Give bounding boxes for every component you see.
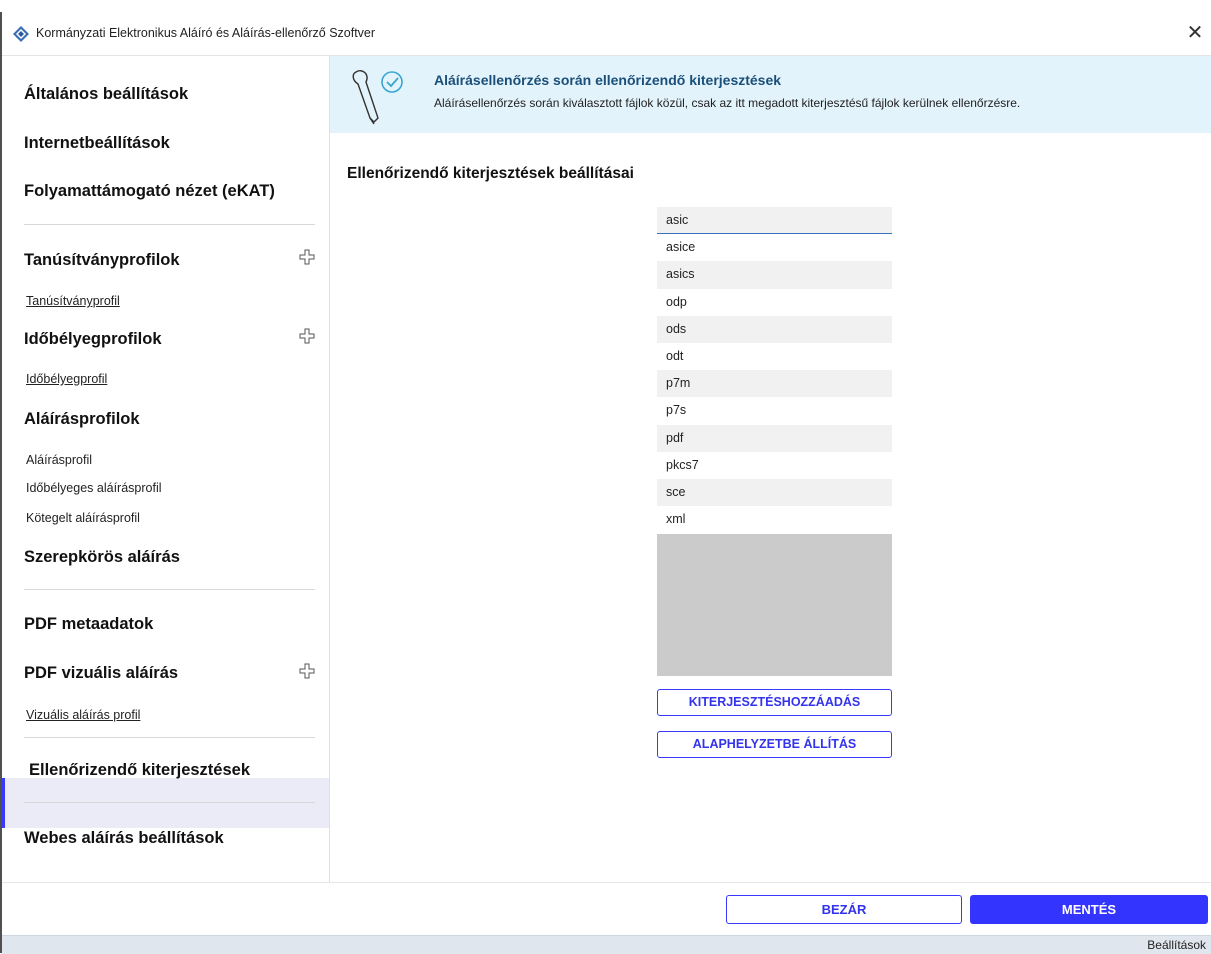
list-item[interactable]: sce: [657, 478, 892, 507]
app-logo-icon: [13, 26, 29, 42]
status-bar: Beállítások: [2, 935, 1211, 954]
settings-window: Kormányzati Elektronikus Aláíró és Aláír…: [0, 12, 1211, 954]
close-icon[interactable]: ✕: [1183, 20, 1207, 46]
status-text: Beállítások: [1147, 938, 1206, 952]
banner-title: Aláírásellenőrzés során ellenőrizendő ki…: [434, 72, 782, 88]
main-panel: Aláírásellenőrzés során ellenőrizendő ki…: [330, 56, 1211, 882]
add-cert-profile-icon[interactable]: [299, 249, 315, 265]
sidebar-subitem-ts-profile[interactable]: Időbélyegprofil: [26, 372, 107, 386]
sidebar-divider: [24, 589, 315, 590]
close-button[interactable]: BEZÁR: [726, 895, 962, 924]
sidebar-selected-highlight: [2, 778, 329, 828]
list-item[interactable]: odp: [657, 289, 892, 316]
list-item[interactable]: asic: [657, 207, 892, 235]
footer-bar: BEZÁR MENTÉS: [2, 882, 1211, 936]
info-banner: Aláírásellenőrzés során ellenőrizendő ki…: [330, 56, 1211, 133]
add-extension-button[interactable]: KITERJESZTÉSHOZZÁADÁS: [657, 689, 892, 716]
banner-description: Aláírásellenőrzés során kiválasztott fáj…: [434, 96, 1021, 110]
extension-list[interactable]: asic asice asics odp ods odt p7m p7s pdf…: [657, 207, 892, 533]
sidebar-item-extensions[interactable]: Ellenőrizendő kiterjesztések: [29, 761, 250, 780]
sidebar-divider: [24, 737, 315, 738]
reset-defaults-button[interactable]: ALAPHELYZETBE ÁLLÍTÁS: [657, 731, 892, 758]
sidebar-item-pdf-visual[interactable]: PDF vizuális aláírás: [24, 664, 178, 683]
sidebar-subitem-ts-sig-profile[interactable]: Időbélyeges aláírásprofil: [26, 481, 162, 495]
top-strip: [0, 0, 1211, 12]
list-item[interactable]: asice: [657, 234, 892, 261]
list-item[interactable]: pdf: [657, 424, 892, 452]
sidebar-subitem-batch-sig-profile[interactable]: Kötegelt aláírásprofil: [26, 511, 140, 525]
sidebar-item-general[interactable]: Általános beállítások: [24, 85, 188, 104]
add-visual-profile-icon[interactable]: [299, 663, 315, 679]
sidebar-subitem-sig-profile[interactable]: Aláírásprofil: [26, 453, 92, 467]
list-item[interactable]: odt: [657, 343, 892, 370]
sidebar-item-ekat[interactable]: Folyamattámogató nézet (eKAT): [24, 182, 275, 201]
sidebar-item-internet[interactable]: Internetbeállítások: [24, 134, 170, 153]
list-item[interactable]: xml: [657, 506, 892, 533]
settings-sidebar: Általános beállítások Internetbeállításo…: [2, 56, 330, 882]
list-item[interactable]: p7s: [657, 397, 892, 424]
add-ts-profile-icon[interactable]: [299, 328, 315, 344]
list-item[interactable]: pkcs7: [657, 452, 892, 479]
list-item[interactable]: ods: [657, 315, 892, 343]
window-title: Kormányzati Elektronikus Aláíró és Aláír…: [36, 26, 376, 40]
sidebar-item-sig-profiles[interactable]: Aláírásprofilok: [24, 410, 140, 429]
sidebar-divider: [24, 224, 315, 225]
sidebar-item-ts-profiles[interactable]: Időbélyegprofilok: [24, 330, 162, 349]
section-title: Ellenőrizendő kiterjesztések beállításai: [347, 165, 634, 182]
extension-list-empty-area: [657, 534, 892, 676]
sidebar-subitem-visual-profile[interactable]: Vizuális aláírás profil: [26, 708, 140, 722]
save-button[interactable]: MENTÉS: [970, 895, 1208, 924]
sidebar-subitem-cert-profile[interactable]: Tanúsítványprofil: [26, 294, 120, 308]
pen-check-icon: [352, 70, 403, 125]
sidebar-divider: [24, 802, 315, 803]
sidebar-item-pdf-meta[interactable]: PDF metaadatok: [24, 615, 153, 634]
sidebar-item-web-sig[interactable]: Webes aláírás beállítások: [24, 829, 224, 848]
title-bar: Kormányzati Elektronikus Aláíró és Aláír…: [2, 12, 1211, 56]
sidebar-item-cert-profiles[interactable]: Tanúsítványprofilok: [24, 251, 180, 270]
sidebar-item-role-sig[interactable]: Szerepkörös aláírás: [24, 548, 180, 567]
list-item[interactable]: p7m: [657, 370, 892, 398]
list-item[interactable]: asics: [657, 261, 892, 289]
